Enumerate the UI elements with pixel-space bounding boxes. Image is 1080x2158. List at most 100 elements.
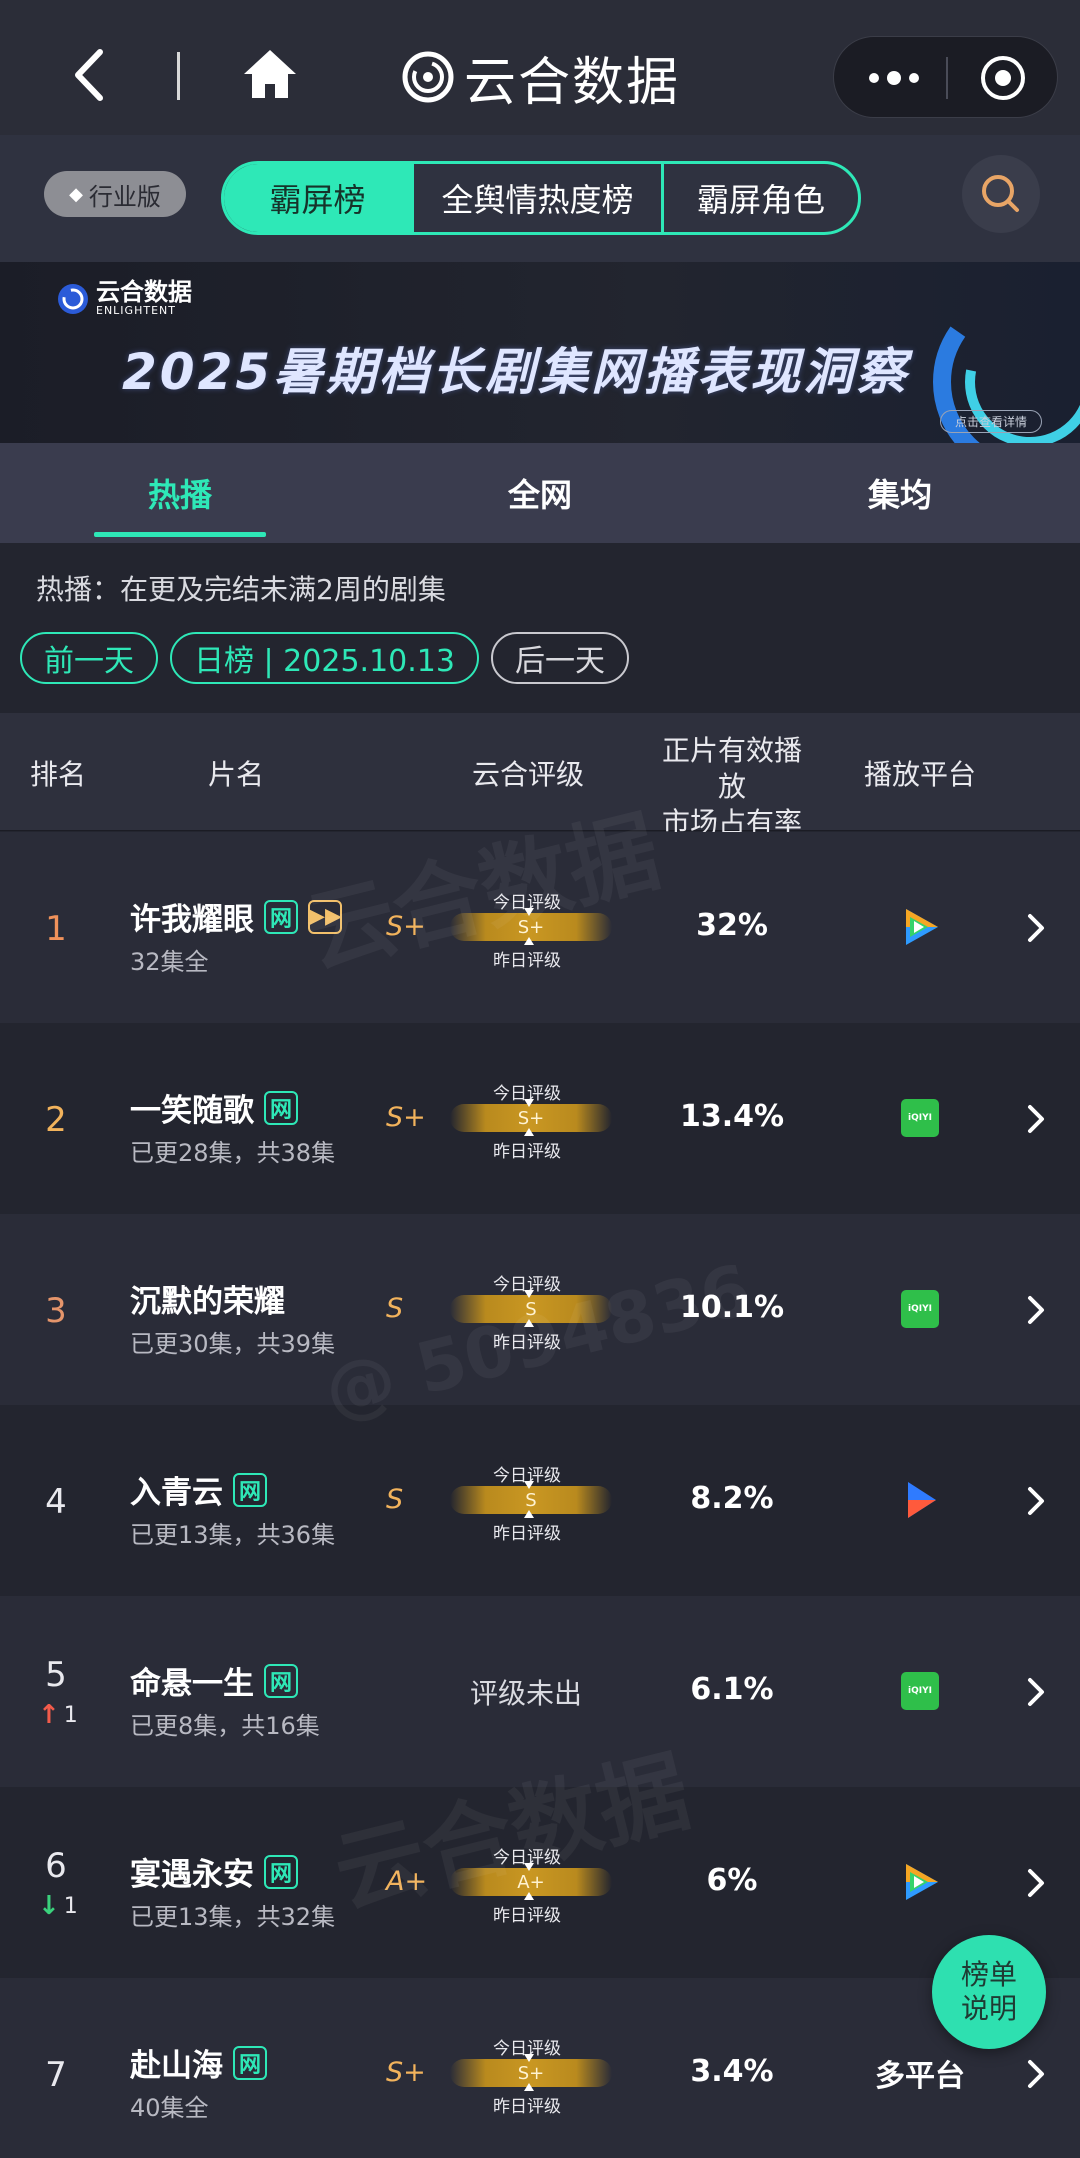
rank-number: 4 — [45, 1482, 67, 1522]
search-icon[interactable] — [962, 155, 1040, 233]
chevron-right-icon[interactable] — [1022, 1292, 1050, 1328]
banner-title: 2025暑期档长剧集网播表现洞察 — [122, 343, 910, 401]
market-share: 8.2% — [690, 1481, 774, 1516]
chevron-right-icon[interactable] — [1022, 1101, 1050, 1137]
drama-title: 入青云 — [130, 1475, 223, 1511]
platform-cell — [880, 1475, 960, 1525]
ranking-explanation-button[interactable]: 榜单 说明 — [932, 1935, 1046, 2049]
drama-title-wrap: 许我耀眼网 ▶▶ — [130, 894, 342, 939]
web-drama-tag: 网 — [264, 1854, 298, 1889]
close-target-icon[interactable] — [978, 53, 1028, 103]
yesterday-rating-label: 昨日评级 — [493, 1142, 561, 1162]
table-row[interactable]: 3 沉默的荣耀 已更30集，共39集 S 今日评级 S 昨日评级 10.1% iQIYI — [0, 1214, 1080, 1405]
drama-title: 宴遇永安 — [130, 1857, 254, 1893]
market-share: 32% — [696, 908, 768, 943]
chevron-right-icon[interactable] — [1022, 1674, 1050, 1710]
chevron-right-icon[interactable] — [1022, 2056, 1050, 2092]
episode-status: 已更13集，共32集 — [130, 1903, 336, 1931]
iqiyi-icon: iQIYI — [901, 1099, 939, 1137]
table-header: 排名 片名 云合评级 正片有效播放 市场占有率 播放平台 — [0, 713, 1080, 839]
rating-bar: 今日评级 S+ 昨日评级 — [442, 888, 612, 971]
table-row[interactable]: 1 许我耀眼网 ▶▶ 32集全 S+ 今日评级 S+ 昨日评级 32% — [0, 832, 1080, 1023]
table-row[interactable]: 7 赴山海网 40集全 S+ 今日评级 S+ 昨日评级 3.4% 多平台 — [0, 1978, 1080, 2158]
table-row[interactable]: 6 ↓ 1 宴遇永安网已更13集，共32集 A+ 今日评级 A+ 昨日评级 6% — [0, 1787, 1080, 1978]
drama-title-wrap: 赴山海网 — [130, 2040, 267, 2085]
banner-cta[interactable]: 点击查看详情 — [940, 410, 1043, 433]
web-drama-tag: 网 — [264, 899, 298, 934]
yesterday-rating-label: 昨日评级 — [493, 951, 561, 971]
active-tab-indicator — [94, 532, 266, 537]
yesterday-rating-label: 昨日评级 — [493, 1333, 561, 1353]
platform-cell: iQIYI — [880, 1666, 960, 1716]
more-icon[interactable] — [864, 59, 924, 97]
platform-cell — [880, 902, 960, 952]
drama-title: 赴山海 — [130, 2048, 223, 2084]
iqiyi-icon-text: iQIYI — [908, 1686, 932, 1696]
pointer-up-icon — [524, 2083, 534, 2091]
ranking-type-tabs: 霸屏榜 全舆情热度榜 霸屏角色 — [221, 161, 861, 235]
home-icon[interactable] — [240, 44, 300, 104]
drama-title: 命悬一生 — [130, 1666, 254, 1702]
tencent-video-icon — [906, 909, 938, 945]
header-rating: 云合评级 — [472, 758, 585, 791]
episode-status: 已更28集，共38集 — [130, 1139, 336, 1167]
market-share: 13.4% — [679, 1099, 785, 1134]
tab-public-opinion[interactable]: 全舆情热度榜 — [414, 164, 664, 232]
episode-status: 已更8集，共16集 — [130, 1712, 320, 1740]
nav-divider — [177, 52, 180, 100]
rating-bar: 今日评级 S+ 昨日评级 — [442, 1079, 612, 1162]
episode-status: 40集全 — [130, 2094, 209, 2122]
pointer-down-icon — [524, 1863, 534, 1871]
rank-change: ↑ 1 — [38, 1700, 98, 1730]
chevron-right-icon[interactable] — [1022, 1865, 1050, 1901]
enlightent-logo-icon — [58, 283, 88, 314]
rank-change-value: 1 — [63, 1702, 78, 1728]
web-drama-tag: 网 — [264, 1663, 298, 1698]
tab-character[interactable]: 霸屏角色 — [664, 164, 858, 232]
diamond-icon: ◆ — [69, 183, 83, 205]
rank-number: 5 — [45, 1655, 67, 1695]
tab-all-network-label: 全网 — [507, 476, 572, 514]
edition-badge[interactable]: ◆ 行业版 — [44, 171, 186, 217]
tencent-video-icon — [906, 1864, 938, 1900]
tab-per-episode[interactable]: 集均 — [720, 443, 1080, 543]
arrow-down-icon: ↓ — [38, 1891, 60, 1921]
banner-logo: 云合数据 ENLIGHTENT — [56, 280, 192, 317]
drama-title-wrap: 宴遇永安网 — [130, 1849, 298, 1894]
grade-yesterday: S — [386, 1293, 404, 1324]
iqiyi-icon-text: iQIYI — [908, 1304, 932, 1314]
chevron-right-icon[interactable] — [1022, 1483, 1050, 1519]
web-drama-tag: 网 — [264, 1090, 298, 1125]
header-title: 片名 — [208, 758, 265, 791]
rank-number: 7 — [45, 2055, 67, 2095]
miniprogram-capsule — [833, 36, 1058, 118]
date-navigation: 前一天 日榜 | 2025.10.13 后一天 — [20, 632, 641, 684]
episode-status: 已更30集，共39集 — [130, 1330, 336, 1358]
back-arrow-icon[interactable] — [60, 40, 120, 110]
prev-day-button[interactable]: 前一天 — [20, 632, 158, 684]
rank-number: 2 — [45, 1100, 67, 1140]
pointer-down-icon — [524, 1481, 534, 1489]
next-day-button[interactable]: 后一天 — [490, 632, 629, 684]
header-share-line1: 正片有效播放 — [661, 734, 802, 803]
drama-title-wrap: 沉默的荣耀 — [130, 1276, 285, 1321]
rank-number: 6 — [45, 1846, 67, 1886]
yesterday-rating-label: 昨日评级 — [493, 2097, 561, 2117]
tab-all-network[interactable]: 全网 — [360, 443, 720, 543]
rating-bar: 今日评级 S 昨日评级 — [442, 1270, 612, 1353]
rating-bar: 今日评级 A+ 昨日评级 — [442, 1843, 612, 1926]
tab-hot-label: 热播 — [147, 476, 212, 514]
table-row[interactable]: 4 入青云网已更13集，共36集 S 今日评级 S 昨日评级 8.2% — [0, 1405, 1080, 1596]
iqiyi-icon: iQIYI — [901, 1672, 939, 1710]
date-picker-button[interactable]: 日榜 | 2025.10.13 — [170, 632, 479, 684]
table-row[interactable]: 5 ↑ 1 命悬一生网已更8集，共16集 评级未出 6.1% iQIYI — [0, 1596, 1080, 1787]
drama-title-wrap: 命悬一生网 — [130, 1658, 298, 1703]
promo-banner[interactable]: 云合数据 ENLIGHTENT 2025暑期档长剧集网播表现洞察 点击查看详情 — [0, 262, 1080, 443]
table-row[interactable]: 2 一笑随歌网已更28集，共38集 S+ 今日评级 S+ 昨日评级 13.4% iQIYI — [0, 1023, 1080, 1214]
filter-bar: ◆ 行业版 霸屏榜 全舆情热度榜 霸屏角色 — [0, 135, 1080, 262]
pointer-up-icon — [524, 1510, 534, 1518]
tab-bapingbang[interactable]: 霸屏榜 — [224, 164, 414, 232]
title-bar: 云合数据 — [0, 0, 1080, 135]
chevron-right-icon[interactable] — [1022, 910, 1050, 946]
tab-hot[interactable]: 热播 — [0, 443, 360, 543]
